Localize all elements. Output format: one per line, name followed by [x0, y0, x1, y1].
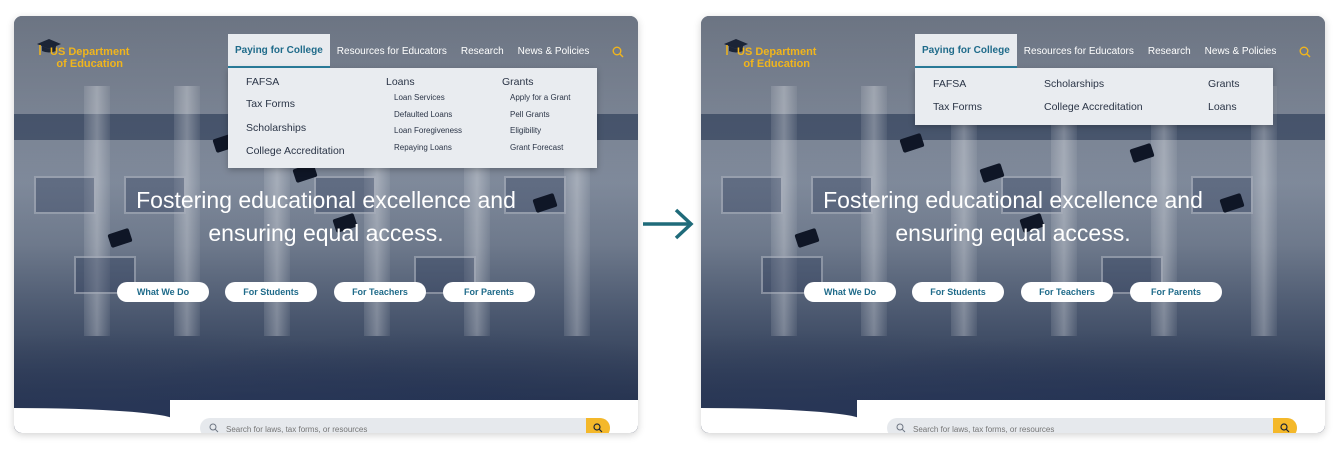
menu-item-loans[interactable]: Loans: [1208, 101, 1237, 113]
for-parents-button[interactable]: For Parents: [1130, 282, 1222, 302]
logo-line-1: US Department: [737, 46, 817, 58]
search-icon[interactable]: [612, 46, 624, 58]
menu-heading-grants[interactable]: Grants: [502, 76, 534, 88]
menu-heading-loans[interactable]: Loans: [386, 76, 415, 88]
menu-item-fafsa[interactable]: FAFSA: [933, 78, 966, 90]
for-students-button[interactable]: For Students: [912, 282, 1004, 302]
menu-item-scholarships[interactable]: Scholarships: [246, 122, 306, 134]
menu-item-loan-services[interactable]: Loan Services: [394, 93, 445, 102]
main-nav: Paying for College Resources for Educato…: [228, 34, 628, 68]
menu-item-college-accreditation[interactable]: College Accreditation: [246, 145, 345, 157]
nav-paying-for-college[interactable]: Paying for College: [228, 34, 330, 68]
nav-research[interactable]: Research: [1141, 34, 1198, 68]
logo-line-1: US Department: [50, 46, 130, 58]
what-we-do-button[interactable]: What We Do: [804, 282, 896, 302]
site-logo[interactable]: US Department of Education: [723, 38, 833, 78]
for-students-button[interactable]: For Students: [225, 282, 317, 302]
menu-item-defaulted-loans[interactable]: Defaulted Loans: [394, 110, 452, 119]
menu-item-loan-foregiveness[interactable]: Loan Foregiveness: [394, 126, 462, 135]
main-nav: Paying for College Resources for Educato…: [915, 34, 1315, 68]
search-icon: [593, 423, 603, 433]
arrow-right-icon: [643, 208, 694, 240]
search-bar: [200, 418, 610, 433]
what-we-do-button[interactable]: What We Do: [117, 282, 209, 302]
paying-for-college-menu: FAFSA Scholarships Grants Tax Forms Coll…: [915, 68, 1273, 125]
for-parents-button[interactable]: For Parents: [443, 282, 535, 302]
nav-resources-for-educators[interactable]: Resources for Educators: [330, 34, 454, 68]
menu-item-grant-forecast[interactable]: Grant Forecast: [510, 143, 563, 152]
logo-line-2: of Education: [56, 58, 124, 70]
nav-resources-for-educators[interactable]: Resources for Educators: [1017, 34, 1141, 68]
search-icon: [209, 423, 219, 433]
hero-line-2: ensuring equal access.: [895, 220, 1131, 246]
search-input[interactable]: [911, 418, 1255, 433]
search-bar: [887, 418, 1297, 433]
nav-news-policies[interactable]: News & Policies: [511, 34, 597, 68]
search-submit-button[interactable]: [1273, 418, 1297, 433]
nav-news-policies[interactable]: News & Policies: [1198, 34, 1284, 68]
for-teachers-button[interactable]: For Teachers: [334, 282, 426, 302]
logo-text: US Department of Education: [737, 46, 816, 70]
logo-text: US Department of Education: [50, 46, 129, 70]
after-screen: US Department of Education Paying for Co…: [701, 16, 1325, 433]
search-icon: [896, 423, 906, 433]
menu-item-repaying-loans[interactable]: Repaying Loans: [394, 143, 452, 152]
site-logo[interactable]: US Department of Education: [36, 38, 146, 78]
menu-item-tax-forms[interactable]: Tax Forms: [933, 101, 982, 113]
search-input[interactable]: [224, 418, 568, 433]
hero-line-2: ensuring equal access.: [208, 220, 444, 246]
menu-item-eligibility[interactable]: Eligibility: [510, 126, 541, 135]
hero-heading: Fostering educational excellence and ens…: [14, 184, 638, 250]
search-icon: [1280, 423, 1290, 433]
menu-item-apply-for-a-grant[interactable]: Apply for a Grant: [510, 93, 570, 102]
hero-line-1: Fostering educational excellence and: [823, 187, 1203, 213]
search-submit-button[interactable]: [586, 418, 610, 433]
hero-line-1: Fostering educational excellence and: [136, 187, 516, 213]
menu-item-tax-forms[interactable]: Tax Forms: [246, 98, 295, 110]
nav-research[interactable]: Research: [454, 34, 511, 68]
menu-item-fafsa[interactable]: FAFSA: [246, 76, 279, 88]
hero-heading: Fostering educational excellence and ens…: [701, 184, 1325, 250]
paying-for-college-menu: FAFSA Tax Forms Scholarships College Acc…: [228, 68, 597, 168]
before-screen: US Department of Education Paying for Co…: [14, 16, 638, 433]
search-icon[interactable]: [1299, 46, 1311, 58]
nav-paying-for-college[interactable]: Paying for College: [915, 34, 1017, 68]
logo-line-2: of Education: [743, 58, 811, 70]
menu-item-pell-grants[interactable]: Pell Grants: [510, 110, 550, 119]
for-teachers-button[interactable]: For Teachers: [1021, 282, 1113, 302]
menu-item-college-accreditation[interactable]: College Accreditation: [1044, 101, 1143, 113]
menu-item-grants[interactable]: Grants: [1208, 78, 1240, 90]
menu-item-scholarships[interactable]: Scholarships: [1044, 78, 1104, 90]
